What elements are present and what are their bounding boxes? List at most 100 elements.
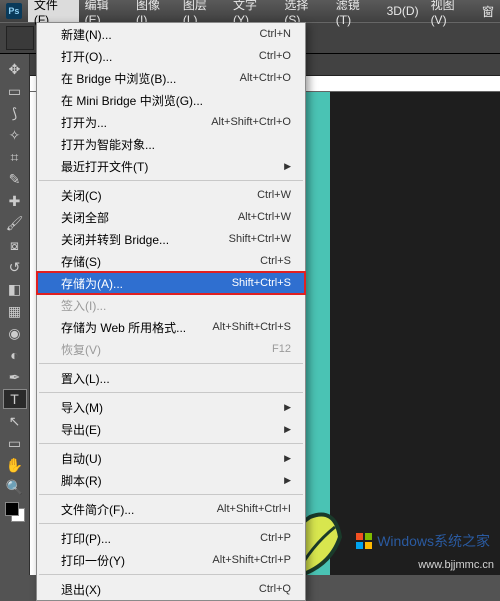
blur-tool-icon[interactable]: ◉ [3, 323, 27, 343]
pen-tool-icon[interactable]: ✒ [3, 367, 27, 387]
menuitem-label: 关闭(C) [61, 187, 257, 204]
menuitem-label: 关闭并转到 Bridge... [61, 231, 229, 248]
eyedropper-tool-icon[interactable]: ✎ [3, 169, 27, 189]
menuitem-shortcut: Alt+Shift+Ctrl+O [211, 116, 291, 128]
menu-滤镜t[interactable]: 滤镜(T) [330, 0, 381, 22]
heal-tool-icon[interactable]: ✚ [3, 191, 27, 211]
menuitem-shortcut: Ctrl+S [260, 255, 291, 267]
menuitem-退出x[interactable]: 退出(X)Ctrl+Q [37, 578, 305, 600]
submenu-arrow-icon: ▶ [284, 453, 291, 464]
menuitem-新建n[interactable]: 新建(N)...Ctrl+N [37, 23, 305, 45]
file-menu-dropdown: 新建(N)...Ctrl+N打开(O)...Ctrl+O在 Bridge 中浏览… [36, 22, 306, 601]
menuitem-存储为web所用格式[interactable]: 存储为 Web 所用格式...Alt+Shift+Ctrl+S [37, 316, 305, 338]
stamp-tool-icon[interactable]: ⧇ [3, 235, 27, 255]
menu-选择s[interactable]: 选择(S) [278, 0, 329, 22]
windows-logo-icon [355, 532, 373, 550]
fg-color-swatch[interactable] [5, 502, 19, 516]
tools-panel: ✥ ▭ ⟆ ✧ ⌗ ✎ ✚ 🖌 ⧇ ↺ ◧ ▦ ◉ ◐ ✒ T ↖ ▭ ✋ 🔍 [0, 54, 30, 575]
menuitem-label: 打开(O)... [61, 48, 259, 65]
menu-3dd[interactable]: 3D(D) [381, 0, 425, 22]
menu-separator [39, 494, 303, 495]
menu-图层l[interactable]: 图层(L) [177, 0, 227, 22]
history-brush-icon[interactable]: ↺ [3, 257, 27, 277]
menuitem-label: 打开为智能对象... [61, 136, 291, 153]
menu-文件f[interactable]: 文件(F) [28, 0, 79, 22]
menu-窗[interactable]: 窗 [476, 0, 500, 22]
dodge-tool-icon[interactable]: ◐ [3, 345, 27, 365]
menuitem-在minibridge中浏览g[interactable]: 在 Mini Bridge 中浏览(G)... [37, 89, 305, 111]
menuitem-label: 打开为... [61, 114, 211, 131]
menu-图像i[interactable]: 图像(I) [130, 0, 177, 22]
menuitem-置入l[interactable]: 置入(L)... [37, 367, 305, 389]
menuitem-label: 签入(I)... [61, 297, 291, 314]
menuitem-脚本r[interactable]: 脚本(R) ▶ [37, 469, 305, 491]
menuitem-文件简介f[interactable]: 文件简介(F)...Alt+Shift+Ctrl+I [37, 498, 305, 520]
menuitem-自动u[interactable]: 自动(U) ▶ [37, 447, 305, 469]
submenu-arrow-icon: ▶ [284, 475, 291, 486]
menuitem-label: 文件简介(F)... [61, 501, 217, 518]
menuitem-shortcut: Shift+Ctrl+S [232, 277, 291, 289]
menuitem-打开为智能对象[interactable]: 打开为智能对象... [37, 133, 305, 155]
brush-tool-icon[interactable]: 🖌 [3, 213, 27, 233]
menuitem-关闭c[interactable]: 关闭(C)Ctrl+W [37, 184, 305, 206]
menuitem-导出e[interactable]: 导出(E) ▶ [37, 418, 305, 440]
menuitem-label: 存储为 Web 所用格式... [61, 319, 212, 336]
menuitem-label: 脚本(R) [61, 472, 276, 489]
menuitem-label: 打印一份(Y) [61, 552, 212, 569]
menu-separator [39, 392, 303, 393]
menuitem-label: 存储为(A)... [61, 275, 232, 292]
menuitem-label: 退出(X) [61, 581, 259, 598]
menuitem-shortcut: Alt+Ctrl+O [240, 72, 291, 84]
menuitem-打开为[interactable]: 打开为...Alt+Shift+Ctrl+O [37, 111, 305, 133]
color-swatches[interactable] [5, 502, 25, 522]
menuitem-打印一份y[interactable]: 打印一份(Y)Alt+Shift+Ctrl+P [37, 549, 305, 571]
menuitem-存储为a[interactable]: 存储为(A)...Shift+Ctrl+S [37, 272, 305, 294]
menu-separator [39, 443, 303, 444]
hand-tool-icon[interactable]: ✋ [3, 455, 27, 475]
menuitem-存储s[interactable]: 存储(S)Ctrl+S [37, 250, 305, 272]
menuitem-恢复v: 恢复(V)F12 [37, 338, 305, 360]
menuitem-label: 置入(L)... [61, 370, 291, 387]
menuitem-label: 存储(S) [61, 253, 260, 270]
menuitem-导入m[interactable]: 导入(M)▶ [37, 396, 305, 418]
gradient-tool-icon[interactable]: ▦ [3, 301, 27, 321]
menu-文字y[interactable]: 文字(Y) [227, 0, 278, 22]
menuitem-shortcut: F12 [272, 343, 291, 355]
watermark-brand-text: Windows系统之家 [377, 531, 490, 551]
menu-separator [39, 180, 303, 181]
submenu-arrow-icon: ▶ [284, 424, 291, 435]
menuitem-label: 在 Mini Bridge 中浏览(G)... [61, 92, 291, 109]
tool-preset-picker[interactable] [6, 26, 34, 50]
menuitem-打印p[interactable]: 打印(P)...Ctrl+P [37, 527, 305, 549]
menuitem-在bridge中浏览b[interactable]: 在 Bridge 中浏览(B)...Alt+Ctrl+O [37, 67, 305, 89]
watermark-url: www.bjjmmc.cn [418, 559, 494, 571]
menuitem-label: 在 Bridge 中浏览(B)... [61, 70, 240, 87]
wand-tool-icon[interactable]: ✧ [3, 125, 27, 145]
menuitem-关闭全部[interactable]: 关闭全部Alt+Ctrl+W [37, 206, 305, 228]
shape-tool-icon[interactable]: ▭ [3, 433, 27, 453]
move-tool-icon[interactable]: ✥ [3, 59, 27, 79]
lasso-tool-icon[interactable]: ⟆ [3, 103, 27, 123]
menu-编辑e[interactable]: 编辑(E) [79, 0, 130, 22]
zoom-tool-icon[interactable]: 🔍 [3, 477, 27, 497]
submenu-arrow-icon: ▶ [284, 402, 291, 413]
watermark-brand: Windows系统之家 [355, 531, 490, 551]
menuitem-shortcut: Alt+Shift+Ctrl+I [217, 503, 291, 515]
menuitem-label: 导出(E) [61, 421, 276, 438]
menubar: Ps 文件(F)编辑(E)图像(I)图层(L)文字(Y)选择(S)滤镜(T)3D… [0, 0, 500, 22]
path-select-icon[interactable]: ↖ [3, 411, 27, 431]
menuitem-关闭并转到bridge[interactable]: 关闭并转到 Bridge...Shift+Ctrl+W [37, 228, 305, 250]
menuitem-label: 最近打开文件(T) [61, 158, 276, 175]
menuitem-最近打开文件t[interactable]: 最近打开文件(T) ▶ [37, 155, 305, 177]
menuitem-label: 自动(U) [61, 450, 276, 467]
menu-视图v[interactable]: 视图(V) [425, 0, 476, 22]
menuitem-label: 关闭全部 [61, 209, 238, 226]
marquee-tool-icon[interactable]: ▭ [3, 81, 27, 101]
type-tool-icon[interactable]: T [3, 389, 27, 409]
app-icon: Ps [6, 3, 22, 19]
crop-tool-icon[interactable]: ⌗ [3, 147, 27, 167]
menuitem-shortcut: Ctrl+O [259, 50, 291, 62]
menuitem-打开o[interactable]: 打开(O)...Ctrl+O [37, 45, 305, 67]
eraser-tool-icon[interactable]: ◧ [3, 279, 27, 299]
submenu-arrow-icon: ▶ [284, 161, 291, 172]
